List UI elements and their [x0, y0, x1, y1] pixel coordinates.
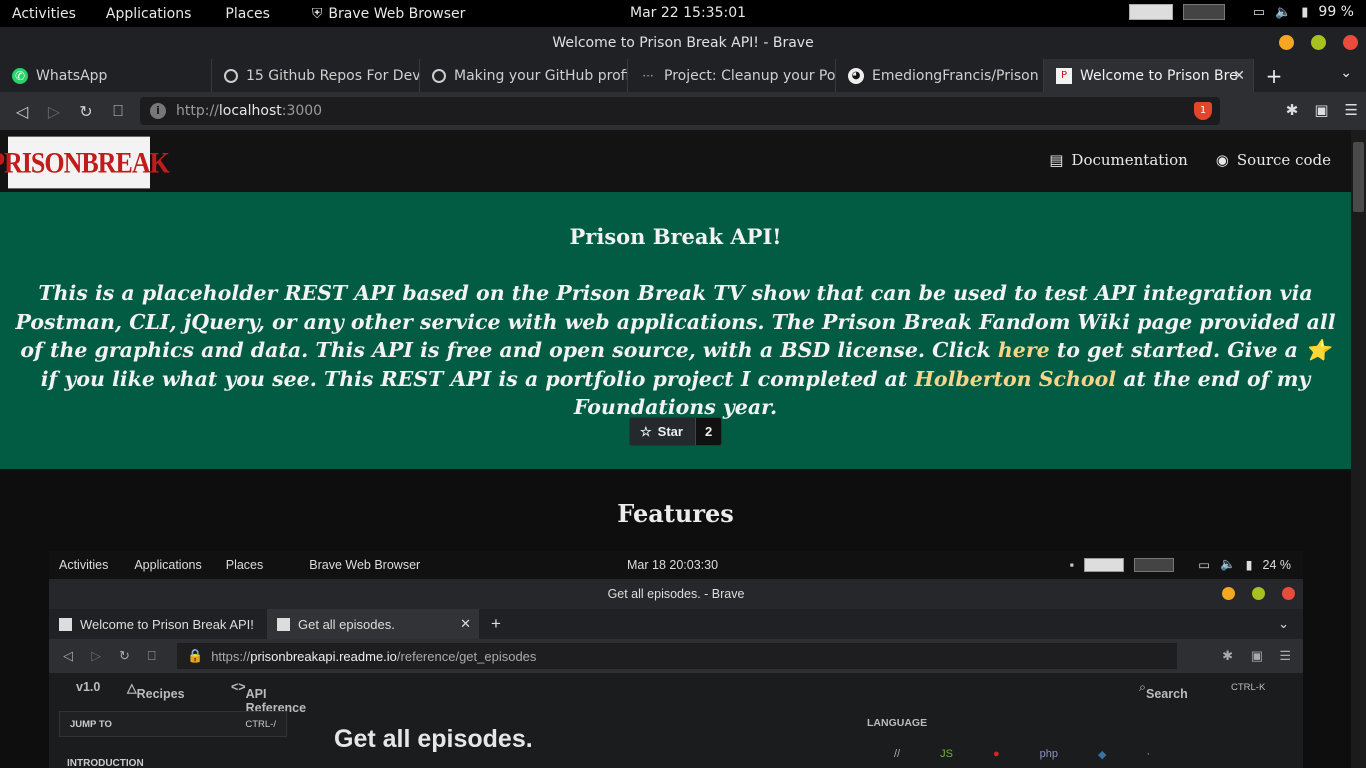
here-link[interactable]: here — [998, 338, 1050, 362]
url-scheme: http:// — [176, 103, 219, 119]
hero-title: Prison Break API! — [569, 224, 782, 249]
battery-icon: ▮ — [1301, 4, 1309, 20]
tab-whatsapp[interactable]: ✆ WhatsApp — [0, 59, 212, 92]
tab-github-repos[interactable]: 15 Github Repos For Deve — [212, 59, 420, 92]
feature-screenshot: Activities Applications Places Brave Web… — [49, 551, 1303, 768]
window-title-bar: Welcome to Prison Break API! - Brave — [0, 27, 1366, 59]
cpu-graph — [1128, 4, 1173, 20]
clock[interactable]: Mar 22 15:35:01 — [630, 5, 746, 21]
prison-break-logo[interactable]: PRISONBREAK — [0, 136, 170, 189]
minimize-button[interactable] — [1279, 35, 1294, 50]
hero-section: Prison Break API! This is a placeholder … — [0, 192, 1351, 469]
chevron-down-icon[interactable]: ⌄ — [1340, 65, 1352, 81]
book-icon: ▤ — [1049, 151, 1064, 169]
extensions-icon[interactable]: ✱ — [1286, 101, 1299, 119]
tab-strip: ✆ WhatsApp 15 Github Repos For Deve Maki… — [0, 59, 1366, 92]
reload-button[interactable]: ↻ — [70, 102, 102, 121]
menu-icon[interactable]: ☰ — [1345, 101, 1358, 119]
places-menu[interactable]: Places — [203, 6, 282, 22]
volume-icon: 🔈 — [1275, 4, 1292, 20]
system-tray[interactable]: ▭ 🔈 ▮ 99 % — [1128, 4, 1354, 20]
back-button[interactable]: ◁ — [6, 102, 38, 121]
window-title: Welcome to Prison Break API! - Brave — [552, 35, 814, 51]
star-icon: ☆ — [640, 423, 652, 439]
hero-description: This is a placeholder REST API based on … — [15, 281, 1336, 419]
prisonbreak-favicon: P — [1056, 67, 1072, 84]
info-icon[interactable]: i — [150, 103, 166, 119]
github-icon: ◉ — [1215, 151, 1229, 169]
close-window-button[interactable] — [1343, 35, 1358, 50]
app-menu-label: Brave Web Browser — [328, 5, 466, 22]
page-scrollbar[interactable] — [1351, 130, 1366, 768]
toolbar: ◁ ▷ ↻ ⎕ i http://localhost:3000 1 ✱ ▣ ☰ — [0, 92, 1366, 130]
url-bar[interactable]: i http://localhost:3000 1 — [140, 97, 1220, 125]
applications-menu[interactable]: Applications — [88, 6, 204, 22]
tab-label: 15 Github Repos For Deve — [246, 67, 420, 84]
loading-icon: ··· — [642, 68, 654, 83]
tab-label: Making your GitHub profil — [454, 67, 628, 84]
star-emoji: ⭐ — [1305, 338, 1331, 362]
url-host: localhost — [218, 103, 282, 119]
tab-label: EmediongFrancis/Prison — [872, 67, 1039, 84]
tab-prison-break[interactable]: P Welcome to Prison Bre ✕ — [1044, 59, 1254, 92]
features-heading: Features — [617, 499, 734, 528]
brave-shields-icon[interactable]: 1 — [1194, 102, 1212, 120]
documentation-link[interactable]: ▤ Documentation — [1049, 151, 1188, 169]
tab-project-cleanup[interactable]: ··· Project: Cleanup your Por — [628, 59, 836, 92]
memory-graph — [1182, 4, 1225, 20]
github-star-button[interactable]: ☆ Star 2 — [629, 417, 723, 446]
system-top-bar: Activities Applications Places ⛨ Brave W… — [0, 0, 1366, 27]
star-count[interactable]: 2 — [694, 418, 722, 445]
maximize-button[interactable] — [1311, 35, 1326, 50]
app-menu[interactable]: ⛨ Brave Web Browser — [282, 6, 466, 22]
site-navbar: PRISONBREAK ▤ Documentation ◉ Source code — [0, 130, 1351, 192]
activities-button[interactable]: Activities — [0, 6, 88, 22]
url-path: :3000 — [281, 103, 323, 119]
tab-github-repo[interactable]: ◕ EmediongFrancis/Prison — [836, 59, 1044, 92]
forward-button[interactable]: ▷ — [38, 102, 70, 121]
tab-github-profile[interactable]: Making your GitHub profil — [420, 59, 628, 92]
globe-icon — [224, 68, 238, 83]
page-viewport: PRISONBREAK ▤ Documentation ◉ Source code … — [0, 130, 1366, 768]
tab-label: Welcome to Prison Bre — [1080, 67, 1238, 84]
wallet-icon[interactable]: ▣ — [1314, 101, 1328, 119]
tab-label: WhatsApp — [36, 67, 108, 84]
new-tab-button[interactable]: + — [1254, 64, 1294, 88]
github-icon: ◕ — [848, 67, 864, 84]
battery-percent: 99 % — [1318, 4, 1354, 20]
scrollbar-thumb[interactable] — [1353, 142, 1364, 212]
brave-icon: ⛨ — [311, 5, 323, 22]
globe-icon — [432, 68, 446, 83]
close-tab-icon[interactable]: ✕ — [1233, 68, 1245, 84]
bookmark-button[interactable]: ⎕ — [102, 101, 134, 121]
tab-label: Project: Cleanup your Por — [664, 67, 836, 84]
source-code-link[interactable]: ◉ Source code — [1216, 151, 1331, 169]
whatsapp-icon: ✆ — [12, 67, 28, 84]
holberton-link[interactable]: Holberton School — [915, 367, 1117, 391]
screen-icon: ▭ — [1252, 4, 1266, 20]
